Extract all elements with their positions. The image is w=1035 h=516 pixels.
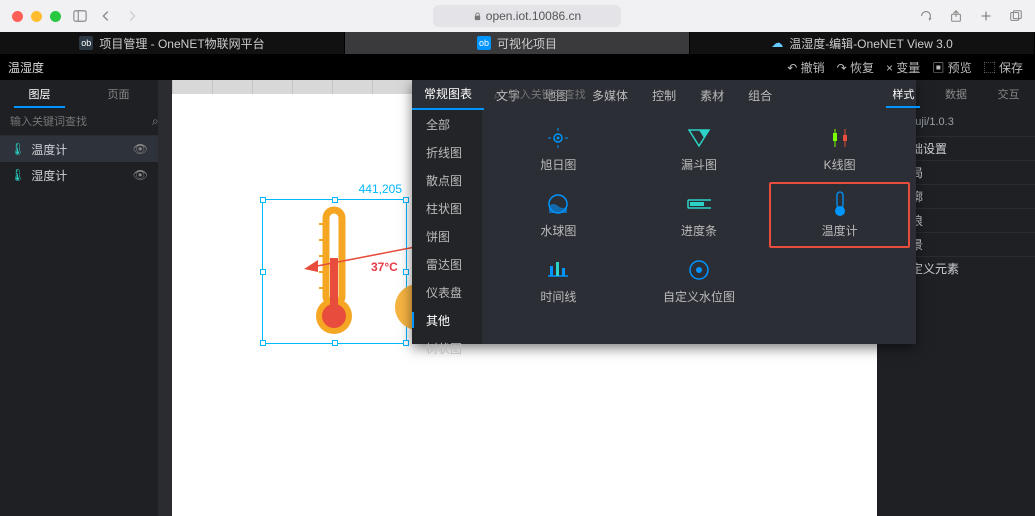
component-label: 进度条 bbox=[681, 222, 717, 239]
variables-button[interactable]: × 变量 bbox=[882, 59, 924, 76]
minimize-window-icon[interactable] bbox=[31, 11, 42, 22]
thermo-icon bbox=[828, 192, 852, 216]
forward-icon[interactable] bbox=[125, 9, 139, 23]
component-menu: 常规图表 文字 地图 多媒体 控制 素材 组合 全部 折线图 散点图 柱状图 饼… bbox=[412, 80, 916, 344]
share-icon[interactable] bbox=[949, 9, 963, 23]
component-search[interactable]: ⌕ bbox=[482, 80, 916, 110]
progress-icon bbox=[687, 192, 711, 216]
thermometer-icon: 🌡 bbox=[10, 142, 25, 156]
menu-side-item[interactable]: 其他 bbox=[412, 306, 482, 334]
component-search-input[interactable] bbox=[509, 89, 904, 101]
visibility-icon[interactable]: 👁 bbox=[133, 168, 148, 182]
back-icon[interactable] bbox=[99, 9, 113, 23]
thermometer-icon: 🌡 bbox=[10, 168, 25, 182]
lock-icon bbox=[473, 12, 482, 21]
tab-style[interactable]: 样式 bbox=[877, 80, 930, 108]
layer-item[interactable]: 🌡湿度计👁 bbox=[0, 162, 158, 188]
tab-interact[interactable]: 交互 bbox=[982, 80, 1035, 108]
new-tab-icon[interactable] bbox=[979, 9, 993, 23]
component-label: 漏斗图 bbox=[681, 156, 717, 173]
resize-handle[interactable] bbox=[403, 269, 409, 275]
sidebar-icon[interactable] bbox=[73, 9, 87, 23]
tab-layers[interactable]: 图层 bbox=[0, 80, 79, 108]
visibility-icon[interactable]: 👁 bbox=[133, 142, 148, 156]
close-window-icon[interactable] bbox=[12, 11, 23, 22]
preview-button[interactable]: ▣ 预览 bbox=[928, 59, 975, 76]
reload-icon[interactable] bbox=[919, 9, 933, 23]
selection-box[interactable]: 441,205 37°C bbox=[262, 199, 407, 344]
browser-tab[interactable]: ☁温湿度-编辑-OneNET View 3.0 bbox=[690, 32, 1035, 54]
url-text: open.iot.10086.cn bbox=[486, 9, 581, 23]
sun-icon bbox=[546, 126, 570, 150]
menu-side-item[interactable]: 折线图 bbox=[412, 138, 482, 166]
cloud-icon: ☁ bbox=[771, 36, 783, 50]
undo-button[interactable]: ↶ 撤销 bbox=[783, 59, 828, 76]
coord-label: 441,205 bbox=[359, 182, 402, 196]
component-label: 旭日图 bbox=[540, 156, 576, 173]
browser-toolbar: open.iot.10086.cn bbox=[0, 0, 1035, 32]
funnel-icon bbox=[687, 126, 711, 150]
resize-handle[interactable] bbox=[403, 340, 409, 346]
address-bar[interactable]: open.iot.10086.cn bbox=[433, 5, 621, 27]
candle-icon bbox=[828, 126, 852, 150]
menu-side-item[interactable]: 雷达图 bbox=[412, 250, 482, 278]
component-candle[interactable]: K线图 bbox=[769, 116, 910, 182]
browser-tabs: ob项目管理 - OneNET物联网平台 ob可视化项目 ☁温湿度-编辑-One… bbox=[0, 32, 1035, 54]
menu-sidebar: 全部 折线图 散点图 柱状图 饼图 雷达图 仪表盘 其他 树状图 bbox=[412, 110, 482, 344]
menu-side-item[interactable]: 柱状图 bbox=[412, 194, 482, 222]
save-button[interactable]: ⬚ 保存 bbox=[980, 59, 1027, 76]
zoom-window-icon[interactable] bbox=[50, 11, 61, 22]
component-label: K线图 bbox=[824, 156, 856, 173]
menu-side-item[interactable]: 散点图 bbox=[412, 166, 482, 194]
temperature-value: 37°C bbox=[371, 260, 398, 274]
layer-search[interactable]: ⌕ bbox=[0, 108, 158, 136]
resize-handle[interactable] bbox=[403, 197, 409, 203]
custom-icon bbox=[687, 258, 711, 282]
resize-handle[interactable] bbox=[260, 269, 266, 275]
toolbar-actions: ↶ 撤销 ↷ 恢复 × 变量 ▣ 预览 ⬚ 保存 bbox=[783, 59, 1027, 76]
tab-pages[interactable]: 页面 bbox=[79, 80, 158, 108]
layer-item[interactable]: 🌡温度计👁 bbox=[0, 136, 158, 162]
app-title: 温湿度 bbox=[8, 59, 44, 76]
layer-search-input[interactable] bbox=[10, 116, 152, 128]
tab-data[interactable]: 数据 bbox=[930, 80, 983, 108]
component-label: 时间线 bbox=[540, 288, 576, 305]
component-custom[interactable]: 自定义水位图 bbox=[629, 248, 770, 314]
component-label: 水球图 bbox=[540, 222, 576, 239]
tab-icon: ob bbox=[79, 36, 93, 50]
menu-side-item[interactable]: 仪表盘 bbox=[412, 278, 482, 306]
component-label: 自定义水位图 bbox=[663, 288, 735, 305]
app-bar: 温湿度 ↶ 撤销 ↷ 恢复 × 变量 ▣ 预览 ⬚ 保存 bbox=[0, 54, 1035, 80]
component-timeline[interactable]: 时间线 bbox=[488, 248, 629, 314]
left-panel: 图层 页面 ⌕ 🌡温度计👁 🌡湿度计👁 bbox=[0, 80, 158, 516]
resize-handle[interactable] bbox=[260, 340, 266, 346]
browser-tab[interactable]: ob项目管理 - OneNET物联网平台 bbox=[0, 32, 345, 54]
canvas[interactable]: 441,205 37°C 常规图表 文字 地图 多媒体 控制 素 bbox=[158, 80, 877, 516]
menu-side-item[interactable]: 树状图 bbox=[412, 334, 482, 362]
thermometer-widget bbox=[308, 206, 360, 338]
component-funnel[interactable]: 漏斗图 bbox=[629, 116, 770, 182]
component-thermo[interactable]: 温度计 bbox=[769, 182, 910, 248]
resize-handle[interactable] bbox=[332, 197, 338, 203]
redo-button[interactable]: ↷ 恢复 bbox=[833, 59, 878, 76]
menu-side-item[interactable]: 全部 bbox=[412, 110, 482, 138]
menu-side-item[interactable]: 饼图 bbox=[412, 222, 482, 250]
component-progress[interactable]: 进度条 bbox=[629, 182, 770, 248]
liquid-icon bbox=[546, 192, 570, 216]
search-icon: ⌕ bbox=[494, 88, 501, 103]
component-sun[interactable]: 旭日图 bbox=[488, 116, 629, 182]
browser-tab[interactable]: ob可视化项目 bbox=[345, 32, 690, 54]
resize-handle[interactable] bbox=[332, 340, 338, 346]
resize-handle[interactable] bbox=[260, 197, 266, 203]
component-liquid[interactable]: 水球图 bbox=[488, 182, 629, 248]
tabs-icon[interactable] bbox=[1009, 9, 1023, 23]
component-label: 温度计 bbox=[822, 222, 858, 239]
menu-tab[interactable]: 常规图表 bbox=[412, 80, 484, 110]
timeline-icon bbox=[546, 258, 570, 282]
tab-icon: ob bbox=[477, 36, 491, 50]
